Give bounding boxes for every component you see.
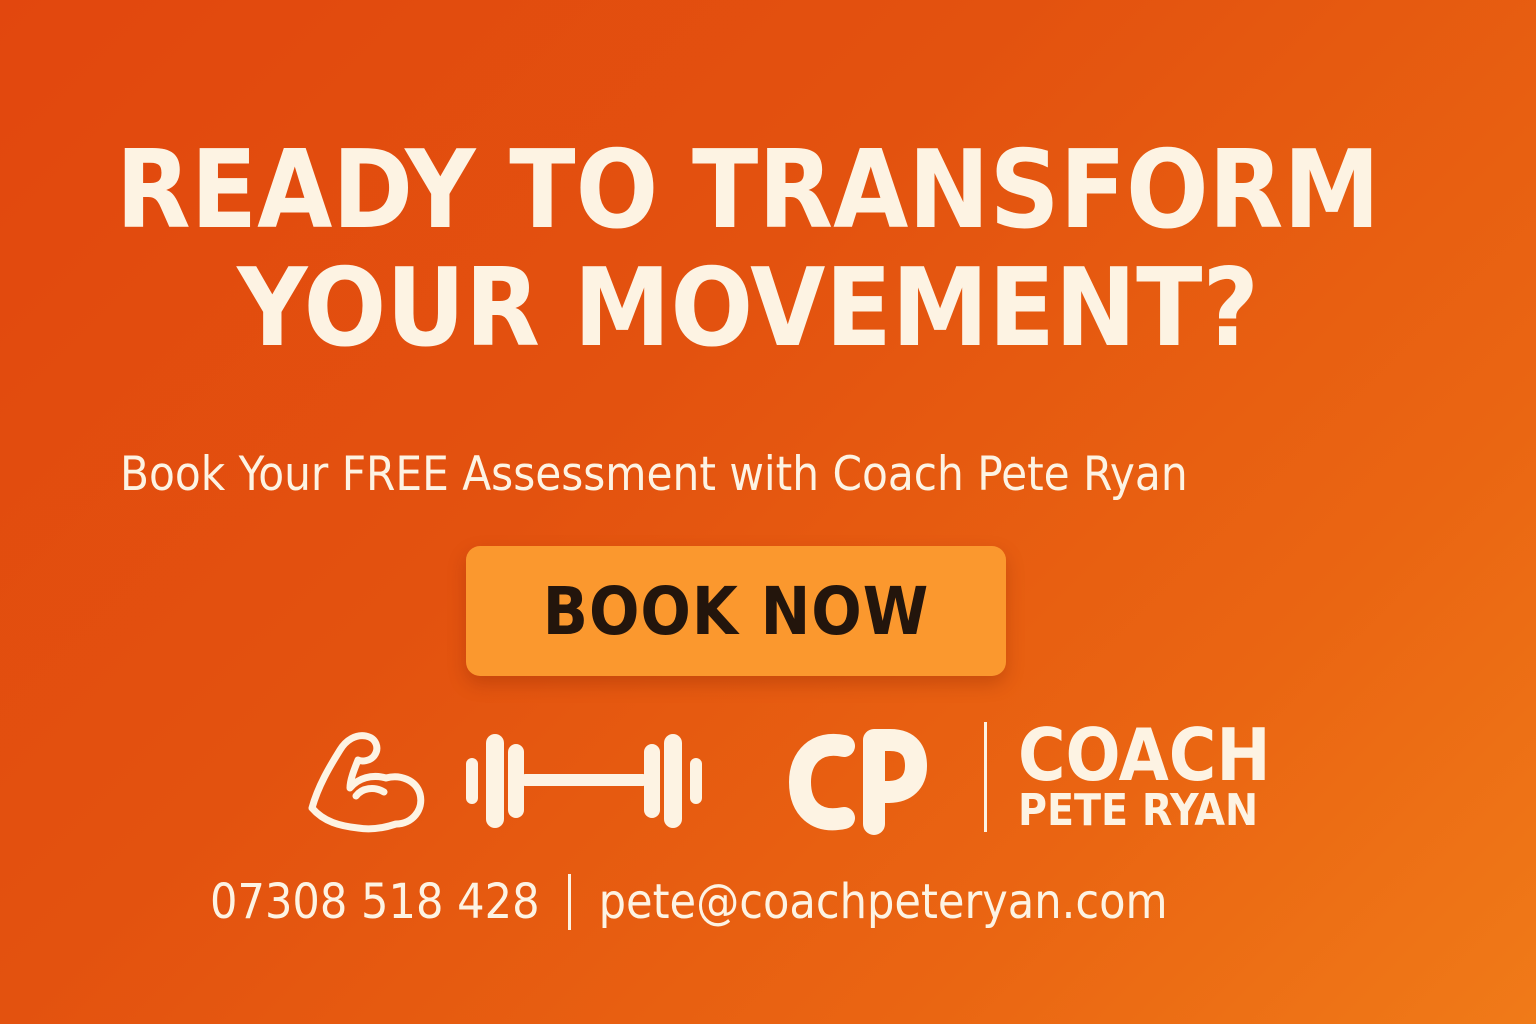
- subheadline: Book Your FREE Assessment with Coach Pet…: [120, 447, 1188, 502]
- email-link[interactable]: pete@coachpeteryan.com: [599, 874, 1168, 930]
- flexed-arm-icon: [304, 728, 428, 838]
- contact-divider: [567, 874, 571, 930]
- book-now-button[interactable]: BOOK NOW: [466, 546, 1006, 676]
- barbell-icon: [466, 728, 702, 832]
- brand-name: PETE RYAN: [1018, 785, 1259, 836]
- promo-banner: READY TO TRANSFORM YOUR MOVEMENT? Book Y…: [0, 0, 1536, 1024]
- brand-divider: [984, 722, 987, 832]
- brand-title: COACH: [1018, 713, 1271, 797]
- headline: READY TO TRANSFORM YOUR MOVEMENT?: [0, 132, 1496, 368]
- phone-link[interactable]: 07308 518 428: [210, 874, 540, 930]
- headline-line-2: YOUR MOVEMENT?: [237, 246, 1259, 371]
- cp-monogram-icon: [786, 728, 928, 836]
- contact-info: 07308 518 428 pete@coachpeteryan.com: [210, 866, 1310, 938]
- headline-line-1: READY TO TRANSFORM: [115, 128, 1381, 253]
- brand-logo: COACH PETE RYAN: [1018, 718, 1318, 834]
